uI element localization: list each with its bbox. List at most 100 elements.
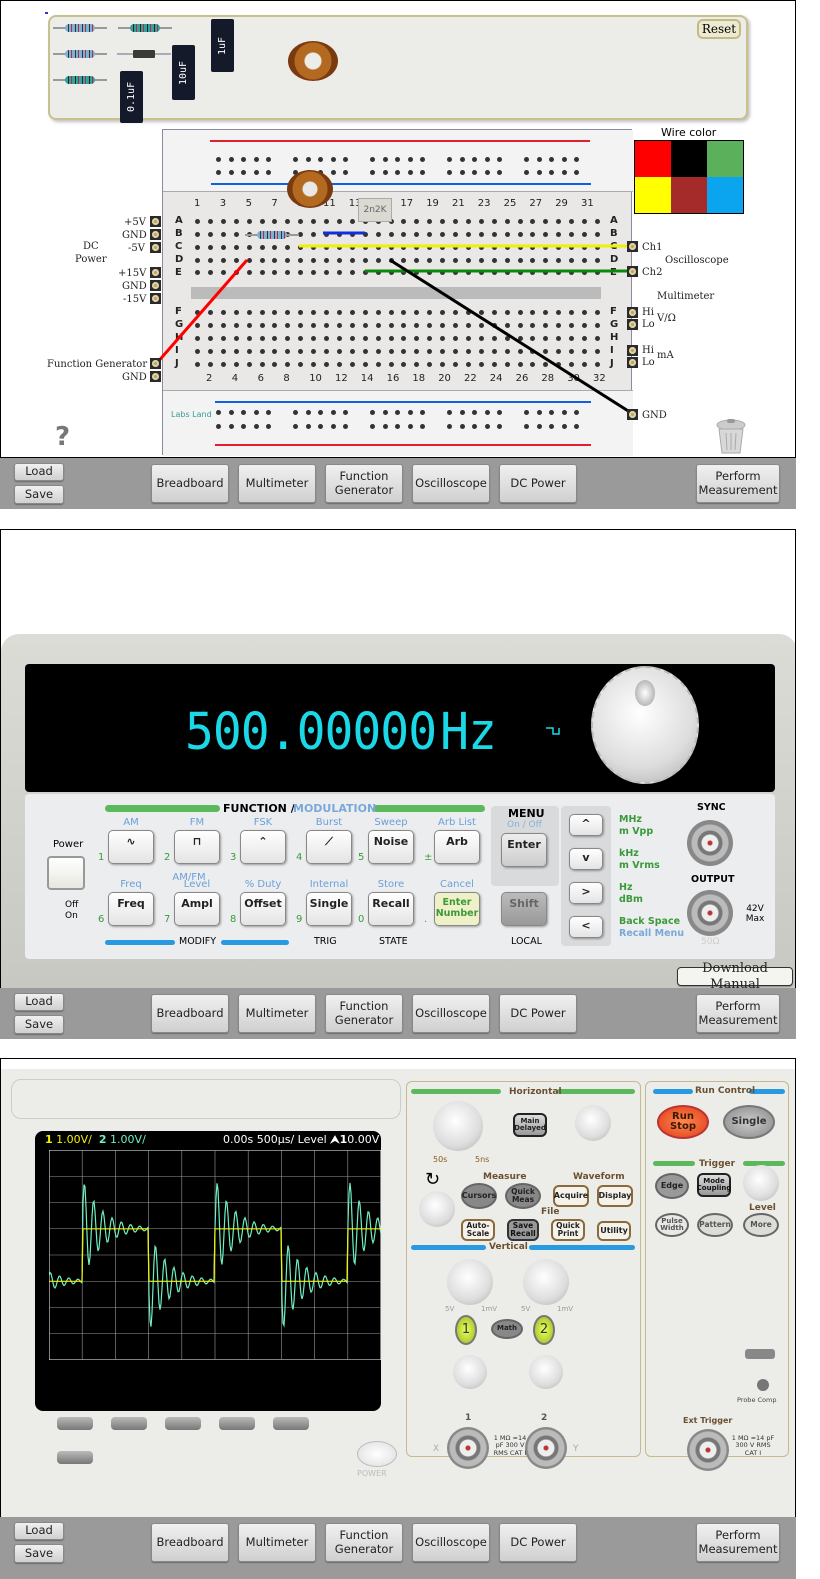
ch1-scale-knob[interactable] (447, 1259, 493, 1305)
perform-measurement-button[interactable]: Perform Measurement (696, 994, 780, 1033)
tab-breadboard[interactable]: Breadboard (151, 1523, 229, 1562)
function-key-2[interactable]: ⌃ (240, 830, 286, 864)
arrow-key-down[interactable]: v (569, 848, 603, 870)
power-switch[interactable] (47, 856, 85, 890)
wire-color-green[interactable] (707, 141, 743, 177)
wire-black-gnd[interactable] (389, 258, 634, 416)
function-key-1[interactable]: ⊓ (174, 830, 220, 864)
trigger-level-knob[interactable] (743, 1165, 779, 1201)
function-key-3[interactable]: ⟋ (306, 830, 352, 864)
perform-measurement-button[interactable]: Perform Measurement (696, 1523, 780, 1562)
modify-key-3[interactable]: Single (306, 892, 352, 926)
ch2-input-connector[interactable] (525, 1427, 567, 1469)
softkey-menu[interactable] (57, 1451, 93, 1464)
save-button[interactable]: Save (14, 1015, 64, 1034)
utility-button[interactable]: Utility (597, 1221, 631, 1241)
tab-dc-power[interactable]: DC Power (499, 464, 577, 503)
cursors-button[interactable]: Cursors (461, 1183, 497, 1209)
terminal-plus5v[interactable] (150, 216, 161, 227)
terminal-minus15v[interactable] (150, 293, 161, 304)
arrow-key-right[interactable]: > (569, 882, 603, 904)
function-key-5[interactable]: Arb (434, 830, 480, 864)
terminal-fgen-out[interactable] (150, 358, 161, 369)
terminal-mm-ma-lo[interactable] (627, 357, 638, 368)
ch2-position-knob[interactable] (529, 1355, 563, 1389)
mode-coupling-button[interactable]: Mode Coupling (697, 1173, 731, 1197)
wire-color-brown[interactable] (671, 177, 707, 213)
load-button[interactable]: Load (14, 993, 64, 1011)
sync-connector[interactable] (687, 820, 733, 866)
tab-breadboard[interactable]: Breadboard (151, 994, 229, 1033)
load-button[interactable]: Load (14, 463, 64, 481)
perform-measurement-button[interactable]: Perform Measurement (696, 464, 780, 503)
modify-key-1[interactable]: Ampl (174, 892, 220, 926)
terminal-gnd-5[interactable] (150, 229, 161, 240)
softkey-3[interactable] (165, 1417, 201, 1430)
terminal-minus5v[interactable] (150, 242, 161, 253)
tab-oscilloscope[interactable]: Oscilloscope (412, 994, 490, 1033)
terminal-osc-ch2[interactable] (627, 266, 638, 277)
modify-key-5[interactable]: Enter Number (434, 892, 480, 926)
ch1-input-connector[interactable] (447, 1427, 489, 1469)
terminal-mm-ma-hi[interactable] (627, 345, 638, 356)
tab-dc-power[interactable]: DC Power (499, 1523, 577, 1562)
terminal-gnd-15[interactable] (150, 280, 161, 291)
terminal-plus15v[interactable] (150, 267, 161, 278)
softkey-4[interactable] (219, 1417, 255, 1430)
auto-scale-button[interactable]: Auto-Scale (461, 1219, 495, 1241)
main-delayed-button[interactable]: Main Delayed (513, 1113, 547, 1137)
modify-key-2[interactable]: Offset (240, 892, 286, 926)
acquire-button[interactable]: Acquire (553, 1185, 589, 1207)
terminal-gnd[interactable] (627, 409, 638, 420)
download-manual-button[interactable]: Download Manual (677, 961, 793, 988)
modify-key-0[interactable]: Freq (108, 892, 154, 926)
output-connector[interactable] (687, 890, 733, 936)
terminal-fgen-gnd[interactable] (150, 371, 161, 382)
ext-trigger-connector[interactable] (687, 1429, 729, 1471)
ch2-scale-knob[interactable] (523, 1259, 569, 1305)
wire-color-black[interactable] (671, 141, 707, 177)
ch2-button[interactable]: 2 (533, 1315, 555, 1345)
run-stop-button[interactable]: Run Stop (657, 1105, 709, 1139)
save-button[interactable]: Save (14, 1544, 64, 1563)
tab-function-generator[interactable]: Function Generator (325, 464, 403, 503)
tab-function-generator[interactable]: Function Generator (325, 994, 403, 1033)
horizontal-position-knob[interactable] (575, 1105, 611, 1141)
quick-print-button[interactable]: Quick Print (551, 1219, 585, 1241)
help-icon[interactable]: ? (55, 422, 70, 452)
tab-function-generator[interactable]: Function Generator (325, 1523, 403, 1562)
tab-dc-power[interactable]: DC Power (499, 994, 577, 1033)
function-key-4[interactable]: Noise (368, 830, 414, 864)
terminal-mm-vohm-lo[interactable] (627, 319, 638, 330)
tab-multimeter[interactable]: Multimeter (238, 994, 316, 1033)
wire-color-yellow[interactable] (635, 177, 671, 213)
single-button[interactable]: Single (723, 1105, 775, 1139)
terminal-osc-ch1[interactable] (627, 241, 638, 252)
terminal-mm-vohm-hi[interactable] (627, 307, 638, 318)
more-button[interactable]: More (743, 1213, 779, 1237)
edge-button[interactable]: Edge (655, 1173, 689, 1199)
entry-knob[interactable] (419, 1191, 455, 1227)
ch1-button[interactable]: 1 (455, 1315, 477, 1345)
tab-multimeter[interactable]: Multimeter (238, 464, 316, 503)
wire-color-red[interactable] (635, 141, 671, 177)
tab-breadboard[interactable]: Breadboard (151, 464, 229, 503)
enter-key[interactable]: Enter (501, 833, 547, 867)
save-button[interactable]: Save (14, 485, 64, 504)
math-button[interactable]: Math (491, 1319, 523, 1339)
display-button[interactable]: Display (597, 1185, 633, 1207)
tab-multimeter[interactable]: Multimeter (238, 1523, 316, 1562)
wire-red-fgen[interactable] (154, 259, 249, 365)
softkey-5[interactable] (273, 1417, 309, 1430)
tab-oscilloscope[interactable]: Oscilloscope (412, 464, 490, 503)
rotary-knob[interactable] (591, 666, 699, 784)
modify-key-4[interactable]: Recall (368, 892, 414, 926)
function-key-0[interactable]: ∿ (108, 830, 154, 864)
softkey-1[interactable] (57, 1417, 93, 1430)
ch1-position-knob[interactable] (453, 1355, 487, 1389)
pattern-button[interactable]: Pattern (697, 1213, 733, 1237)
load-button[interactable]: Load (14, 1522, 64, 1540)
softkey-2[interactable] (111, 1417, 147, 1430)
arrow-key-left[interactable]: < (569, 916, 603, 938)
probe-comp-terminal[interactable] (745, 1349, 775, 1359)
